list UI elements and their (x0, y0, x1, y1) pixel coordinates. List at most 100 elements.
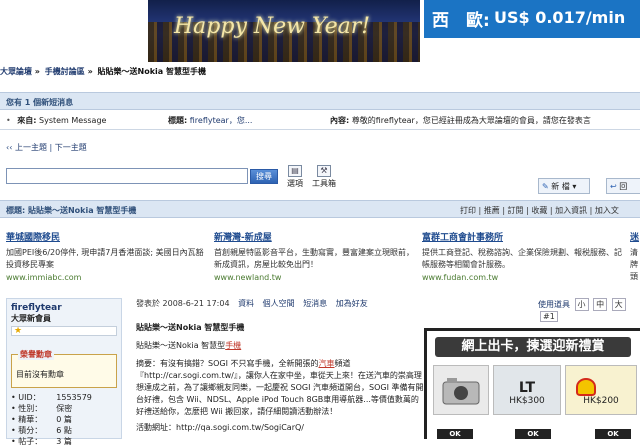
user-rank: 大眾新會員 (11, 314, 51, 323)
prev-thread-link[interactable]: 上一主題 (15, 143, 47, 152)
breadcrumb-home[interactable]: 大眾論壇 (0, 67, 32, 76)
stat-row: • 性別： 保密 (11, 404, 73, 413)
post-tools: 使用道具 小 中 大 #1 (538, 298, 640, 322)
thread-nav: ‹‹ 上一主題 | 下一主題 (6, 142, 87, 153)
profile-link[interactable]: 資料 (238, 299, 254, 308)
post-date: 發表於 2008-6-21 17:04 (136, 299, 230, 308)
banner-price: US$ 0.017/min (494, 8, 626, 27)
ok-button[interactable]: OK (437, 429, 473, 439)
floor-number[interactable]: #1 (540, 311, 558, 322)
banner-text: Happy New Year! (174, 14, 371, 39)
popup-header: 網上出卡，揀選迎新禮賞 (435, 337, 631, 357)
thread-title-bar: 標題: 貼貼樂～送Nokia 智慧型手機 打印 | 推薦 | 訂閱 | 收藏 |… (0, 200, 640, 218)
star-icon: ★ (11, 326, 117, 336)
double-chevron-left-icon: ‹‹ (6, 143, 13, 152)
search-input[interactable] (6, 168, 248, 184)
pm-subject-label: 標題: (168, 116, 188, 125)
new-topic-button[interactable]: ✎ 新 檔 ▾ (538, 178, 590, 194)
ad-block[interactable]: 華城國際移民 加國PEI後6/20停件, 現申請7月香港面談; 美國日內瓦豁投資… (6, 230, 211, 300)
ad-block[interactable]: 新灣灣-新成屋 首創親屋特區影音平台，生動寫實，豐富建案立現眼前，新成資訊，房屋… (214, 230, 419, 300)
pm-subject-link[interactable]: fireflytear，您... (190, 116, 253, 125)
ad-url[interactable]: www.newland.tw (214, 273, 419, 282)
personal-space-link[interactable]: 個人空間 (263, 299, 295, 308)
options-label: 選項 (287, 179, 303, 188)
pm-row[interactable]: • 來自: System Message 標題: fireflytear，您..… (0, 110, 640, 130)
options-icon: ▤ (288, 165, 302, 177)
stat-row: • UID： 1553579 (11, 393, 92, 402)
pm-header[interactable]: 您有 1 個新短消息 (0, 92, 640, 110)
post-summary: 摘要：有沒有搞錯？SOGI 不只寫手機，全新開張的汽車頻道『http://car… (136, 359, 424, 416)
toolbox-tool[interactable]: ⚒ 工具箱 (310, 165, 338, 191)
stat-row: • 精華： 0 篇 (11, 415, 72, 424)
toolbox-label: 工具箱 (312, 179, 336, 188)
new-topic-icon: ✎ (542, 182, 549, 191)
shell-price: HK$200 (583, 396, 619, 406)
ad-desc: 清 牌 頭 (630, 248, 638, 281)
post-title: 貼貼樂～送Nokia 智慧型手機 (136, 323, 245, 332)
ad-desc: 加國PEI後6/20停件, 現申請7月香港面談; 美國日內瓦豁投資移民專案 (6, 248, 204, 269)
short-message-link[interactable]: 短消息 (303, 299, 327, 308)
shell-logo-icon (576, 378, 596, 396)
add-friend-link[interactable]: 加為好友 (336, 299, 368, 308)
search-button[interactable]: 搜尋 (250, 169, 278, 184)
pm-from-value: System Message (39, 116, 107, 125)
ad-url[interactable]: www.fudan.com.tw (422, 273, 627, 282)
lt-card-prize: LT HK$300 (493, 365, 561, 415)
bullet-icon: • (6, 116, 11, 125)
medal-box: 榮譽勳章 目前沒有勳章 (11, 349, 117, 388)
banner-spacer (424, 38, 640, 62)
post-meta: 發表於 2008-6-21 17:04 資料 個人空間 短消息 加為好友 (136, 298, 368, 309)
phone-link[interactable]: 手機 (225, 341, 241, 350)
lt-price: HK$300 (509, 396, 545, 406)
ok-button[interactable]: OK (515, 429, 551, 439)
camera-prize-image (433, 365, 489, 415)
thread-action-links[interactable]: 打印 | 推薦 | 訂閱 | 收藏 | 加入資訊 | 加入文 (460, 205, 619, 216)
pm-content-value: 尊敬的fireflytear，您已經註冊成為大眾論壇的會員，請您在發表言 (351, 116, 591, 125)
breadcrumb-current: 貼貼樂～送Nokia 智慧型手機 (97, 67, 206, 76)
chevron-down-icon: ▾ (572, 182, 577, 191)
post-line: 貼貼樂～送Nokia 智慧型手機 (136, 341, 242, 350)
ad-block-partial[interactable]: 迷 清 牌 頭 (630, 230, 640, 300)
thread-title: 標題: 貼貼樂～送Nokia 智慧型手機 (6, 206, 137, 215)
breadcrumb-forum[interactable]: 手機討論區 (45, 67, 85, 76)
breadcrumb-sep: » (34, 67, 40, 76)
pm-content-label: 內容: (330, 116, 350, 125)
popup-ad[interactable]: 網上出卡，揀選迎新禮賞 LT HK$300 HK$200 OK OK OK (424, 328, 640, 439)
ad-desc: 首創親屋特區影音平台，生動寫實，豐富建案立現眼前，新成資訊，房屋比較免出門！ (214, 248, 414, 269)
reply-button[interactable]: ↩ 回 (606, 178, 640, 194)
event-url[interactable]: 活動網址：http://qa.sogi.com.tw/SogiCarQ/ (136, 422, 304, 433)
breadcrumb: 大眾論壇 » 手機討論區 » 貼貼樂～送Nokia 智慧型手機 (0, 66, 208, 77)
breadcrumb-sep: » (87, 67, 93, 76)
options-tool[interactable]: ▤ 選項 (284, 165, 306, 191)
reply-icon: ↩ (610, 182, 617, 191)
nav-separator: | (49, 143, 53, 152)
pm-from-label: 來自: (17, 116, 37, 125)
ad-title[interactable]: 迷 (630, 230, 640, 243)
shell-card-prize: HK$200 (565, 365, 637, 415)
ad-block[interactable]: 富群工商會計事務所 提供工商登記、稅務諮詢、企業保險規劃、報税服務、記帳服務等相… (422, 230, 627, 300)
ad-url[interactable]: www.immiabc.com (6, 273, 211, 282)
font-small-button[interactable]: 小 (574, 298, 589, 311)
call-rate-banner[interactable]: 西 歐: US$ 0.017/min (424, 0, 640, 38)
next-thread-link[interactable]: 下一主題 (55, 143, 87, 152)
new-year-banner[interactable]: Happy New Year! (148, 0, 420, 62)
font-medium-button[interactable]: 中 (593, 298, 608, 311)
toolbox-icon: ⚒ (317, 165, 331, 177)
font-large-button[interactable]: 大 (611, 298, 626, 311)
stat-row: • 帖子： 3 篇 (11, 437, 72, 446)
lt-label: LT (518, 380, 536, 396)
ad-title[interactable]: 富群工商會計事務所 (422, 230, 627, 243)
reply-label: 回 (619, 182, 628, 191)
banner-country: 西 歐: (432, 11, 490, 31)
ok-button[interactable]: OK (595, 429, 631, 439)
post-body: 貼貼樂～送Nokia 智慧型手機 摘要：有沒有搞錯？SOGI 不只寫手機，全新開… (136, 340, 426, 424)
user-profile-card: fireflytear 大眾新會員 ★ 榮譽勳章 目前沒有勳章 • UID： 15… (6, 298, 122, 446)
car-link[interactable]: 汽車 (318, 359, 334, 368)
ad-title[interactable]: 新灣灣-新成屋 (214, 230, 419, 243)
username[interactable]: fireflytear (7, 299, 121, 313)
ad-desc: 提供工商登記、稅務諮詢、企業保險規劃、報税服務、記帳服務等相關會計服務。 (422, 248, 622, 269)
new-topic-label: 新 檔 (551, 182, 570, 191)
medal-title: 榮譽勳章 (18, 349, 54, 360)
ad-title[interactable]: 華城國際移民 (6, 230, 211, 243)
use-tools-link[interactable]: 使用道具 (538, 300, 570, 309)
